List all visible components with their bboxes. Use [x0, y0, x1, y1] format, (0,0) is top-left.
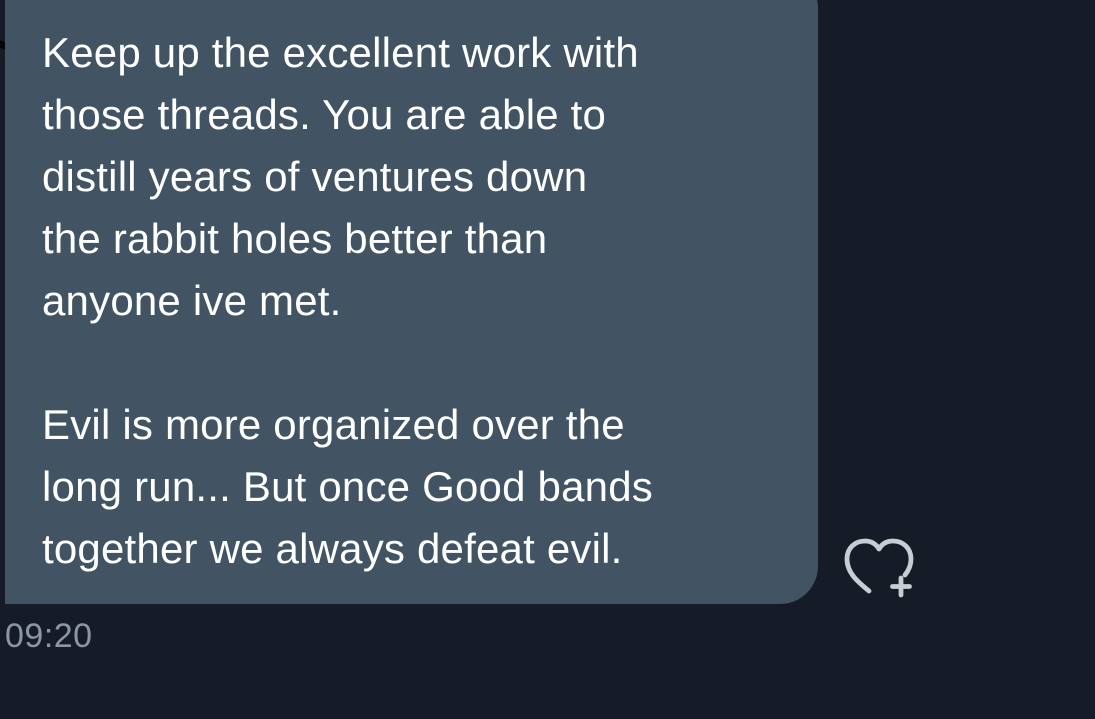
message-thread: Keep up the excellent work with those th…	[0, 0, 1095, 719]
heart-react-button[interactable]	[838, 534, 920, 604]
message-text: Keep up the excellent work with those th…	[42, 29, 653, 572]
message-timestamp: 09:20	[5, 617, 93, 655]
message-bubble: Keep up the excellent work with those th…	[5, 0, 818, 604]
heart-plus-icon	[844, 538, 914, 598]
